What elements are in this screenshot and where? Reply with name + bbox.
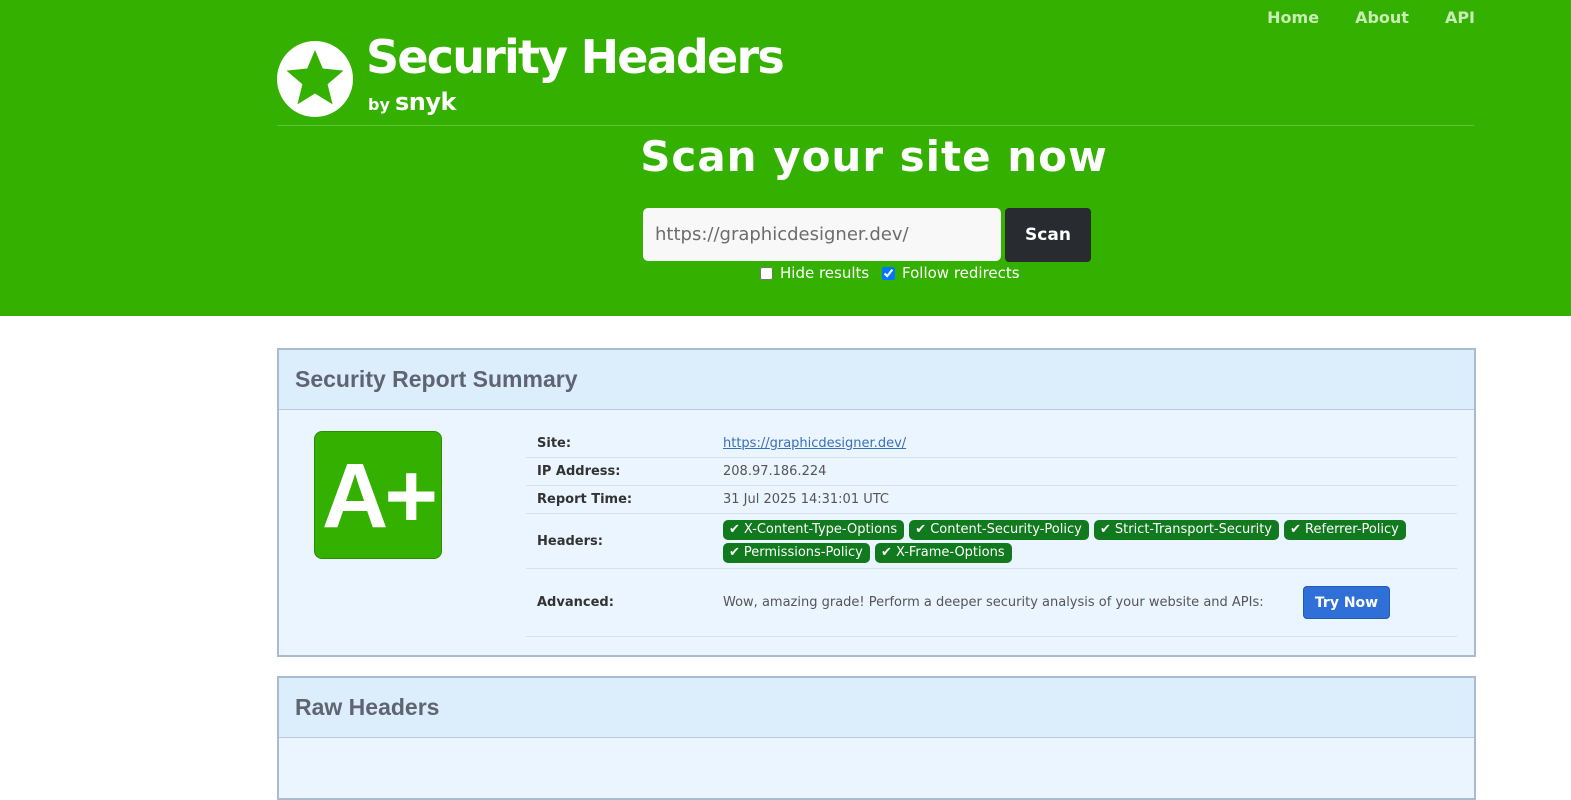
site-header: Home About API Security Headers by snyk … — [0, 0, 1571, 316]
header-pills: ✔ X-Content-Type-Options ✔ Content-Securit… — [723, 518, 1457, 564]
advanced-row: Advanced: Wow, amazing grade! Perform a … — [526, 569, 1457, 637]
hide-results-checkbox[interactable] — [760, 266, 773, 280]
site-link[interactable]: https://graphicdesigner.dev/ — [723, 436, 906, 451]
report-time-row: Report Time: 31 Jul 2025 14:31:01 UTC — [526, 486, 1457, 514]
check-icon: ✔ — [1290, 522, 1302, 537]
nav-home-link[interactable]: Home — [1267, 8, 1319, 27]
ip-label: IP Address: — [537, 464, 621, 479]
ip-row: IP Address: 208.97.186.224 — [526, 458, 1457, 486]
logo[interactable] — [277, 41, 353, 117]
hide-results-option[interactable]: Hide results — [758, 264, 869, 282]
header-pill-label: Content-Security-Policy — [930, 522, 1082, 537]
nav-api-link[interactable]: API — [1445, 8, 1475, 27]
try-now-button[interactable]: Try Now — [1303, 586, 1390, 619]
site-label: Site: — [537, 436, 572, 451]
check-icon: ✔ — [729, 522, 740, 537]
top-nav: Home About API — [1267, 8, 1475, 27]
hide-results-label: Hide results — [780, 264, 870, 282]
header-pill: ✔ X-Content-Type-Options — [723, 520, 905, 540]
header-pill-label: Referrer-Policy — [1305, 522, 1399, 537]
follow-redirects-checkbox[interactable] — [882, 266, 895, 280]
check-icon: ✔ — [1099, 522, 1111, 537]
summary-header: Security Report Summary — [279, 350, 1474, 410]
brand-by: by — [368, 95, 390, 114]
summary-title: Security Report Summary — [295, 366, 578, 392]
grade-badge: A+ — [314, 431, 442, 559]
header-pill: ✔ Referrer-Policy — [1284, 520, 1406, 540]
raw-headers-header: Raw Headers — [279, 678, 1474, 738]
header-pill: ✔ X-Frame-Options — [875, 543, 1012, 563]
header-divider — [277, 125, 1474, 126]
follow-redirects-option[interactable]: Follow redirects — [880, 264, 1020, 282]
headers-label: Headers: — [537, 533, 603, 549]
advanced-label: Advanced: — [537, 595, 614, 610]
summary-table: Site: https://graphicdesigner.dev/ IP Ad… — [526, 430, 1457, 637]
advanced-text: Wow, amazing grade! Perform a deeper sec… — [723, 595, 1264, 610]
header-pill-label: X-Frame-Options — [895, 545, 1005, 560]
url-input[interactable] — [643, 208, 1001, 261]
raw-headers-panel: Raw Headers — [277, 676, 1476, 800]
check-icon: ✔ — [915, 522, 927, 537]
brand-title[interactable]: Security Headers — [366, 30, 785, 84]
raw-headers-title: Raw Headers — [295, 694, 440, 720]
security-report-summary: Security Report Summary A+ Site: https:/… — [277, 348, 1476, 657]
site-row: Site: https://graphicdesigner.dev/ — [526, 430, 1457, 458]
header-pill-label: Strict-Transport-Security — [1114, 522, 1272, 537]
header-pill: ✔ Strict-Transport-Security — [1093, 520, 1279, 540]
check-icon: ✔ — [729, 545, 740, 560]
ip-value: 208.97.186.224 — [723, 464, 827, 479]
check-icon: ✔ — [881, 545, 892, 560]
header-pill-label: Permissions-Policy — [743, 545, 863, 560]
follow-redirects-label: Follow redirects — [902, 264, 1020, 282]
headers-row: Headers: ✔ X-Content-Type-Options ✔ Conten… — [526, 514, 1457, 569]
brand-byline: by snyk — [368, 88, 456, 116]
report-time-label: Report Time: — [537, 492, 633, 507]
nav-about-link[interactable]: About — [1355, 8, 1409, 27]
header-pill: ✔ Content-Security-Policy — [909, 520, 1089, 540]
scan-title: Scan your site now — [640, 132, 1108, 181]
scan-options: Hide results Follow redirects — [758, 264, 1026, 284]
star-icon — [286, 50, 344, 105]
snyk-logo: snyk — [394, 88, 456, 116]
header-pill-label: X-Content-Type-Options — [743, 522, 898, 537]
scan-button[interactable]: Scan — [1005, 208, 1091, 262]
header-pill: ✔ Permissions-Policy — [723, 543, 870, 563]
report-time-value: 31 Jul 2025 14:31:01 UTC — [723, 492, 889, 507]
